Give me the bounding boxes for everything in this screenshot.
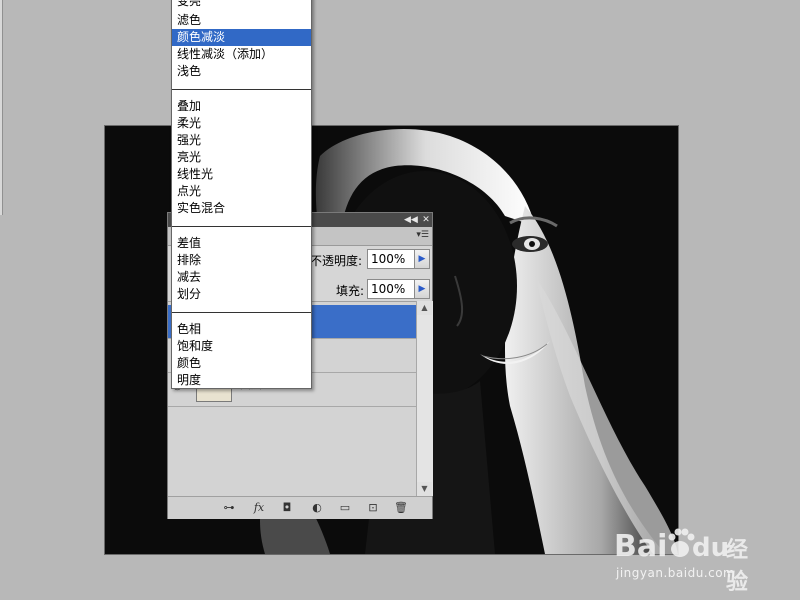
opacity-label: 不透明度: xyxy=(310,254,363,268)
menu-divider xyxy=(172,89,311,90)
blend-option[interactable]: 减去 xyxy=(172,269,311,286)
blend-option[interactable]: 滤色 xyxy=(172,12,311,29)
blend-option[interactable]: 点光 xyxy=(172,183,311,200)
blend-option-selected[interactable]: 颜色减淡 xyxy=(172,29,311,46)
blend-option[interactable]: 亮光 xyxy=(172,149,311,166)
close-icon[interactable]: ✕ xyxy=(420,213,432,227)
layer-list-scrollbar[interactable]: ▲ ▼ xyxy=(416,301,433,496)
blend-option[interactable]: 变亮 xyxy=(172,0,311,10)
fill-label: 填充: xyxy=(336,284,365,298)
svg-text:Bai: Bai xyxy=(614,529,667,564)
blend-option[interactable]: 强光 xyxy=(172,132,311,149)
blend-option[interactable]: 叠加 xyxy=(172,98,311,115)
trash-icon[interactable]: 🗑 xyxy=(394,501,408,515)
blend-option[interactable]: 实色混合 xyxy=(172,200,311,217)
blend-option[interactable]: 明度 xyxy=(172,372,311,389)
workspace-edge xyxy=(0,0,3,215)
blend-mode-dropdown: 变亮 滤色 颜色减淡 线性减淡（添加） 浅色 叠加 柔光 强光 亮光 线性光 点… xyxy=(171,0,312,389)
blend-option[interactable]: 线性减淡（添加） xyxy=(172,46,311,63)
panel-footer: ⊶ fx ◘ ◐ ▭ ⊡ 🗑 xyxy=(168,496,432,519)
double-chevron-icon[interactable]: ◀◀ xyxy=(404,213,418,227)
blend-option[interactable]: 颜色 xyxy=(172,355,311,372)
new-group-icon[interactable]: ▭ xyxy=(338,501,352,515)
fill-slider-arrow-icon[interactable]: ▶ xyxy=(414,279,430,299)
blend-option[interactable]: 浅色 xyxy=(172,63,311,80)
blend-option[interactable]: 饱和度 xyxy=(172,338,311,355)
blend-option[interactable]: 柔光 xyxy=(172,115,311,132)
blend-option[interactable]: 排除 xyxy=(172,252,311,269)
baidu-jingyan-logo: Bai du 经验 xyxy=(614,524,764,595)
watermark-url: jingyan.baidu.com xyxy=(616,566,736,580)
opacity-field[interactable]: 100% xyxy=(367,249,415,269)
svg-text:du: du xyxy=(692,533,729,563)
panel-menu-icon[interactable]: ▾☰ xyxy=(416,230,429,240)
fx-icon[interactable]: fx xyxy=(250,501,268,515)
blend-option[interactable]: 差值 xyxy=(172,235,311,252)
blend-option[interactable]: 线性光 xyxy=(172,166,311,183)
blend-option[interactable]: 划分 xyxy=(172,286,311,303)
adjustment-layer-icon[interactable]: ◐ xyxy=(310,501,324,515)
link-layers-icon[interactable]: ⊶ xyxy=(220,501,238,515)
fill-field[interactable]: 100% xyxy=(367,279,415,299)
blend-option[interactable]: 色相 xyxy=(172,321,311,338)
menu-divider xyxy=(172,312,311,313)
menu-divider xyxy=(172,226,311,227)
layer-mask-icon[interactable]: ◘ xyxy=(280,501,294,515)
opacity-slider-arrow-icon[interactable]: ▶ xyxy=(414,249,430,269)
scroll-down-icon[interactable]: ▼ xyxy=(417,482,432,496)
scroll-up-icon[interactable]: ▲ xyxy=(417,301,432,315)
new-layer-icon[interactable]: ⊡ xyxy=(366,501,380,515)
watermark-jingyan-text: 经验 xyxy=(726,538,749,595)
